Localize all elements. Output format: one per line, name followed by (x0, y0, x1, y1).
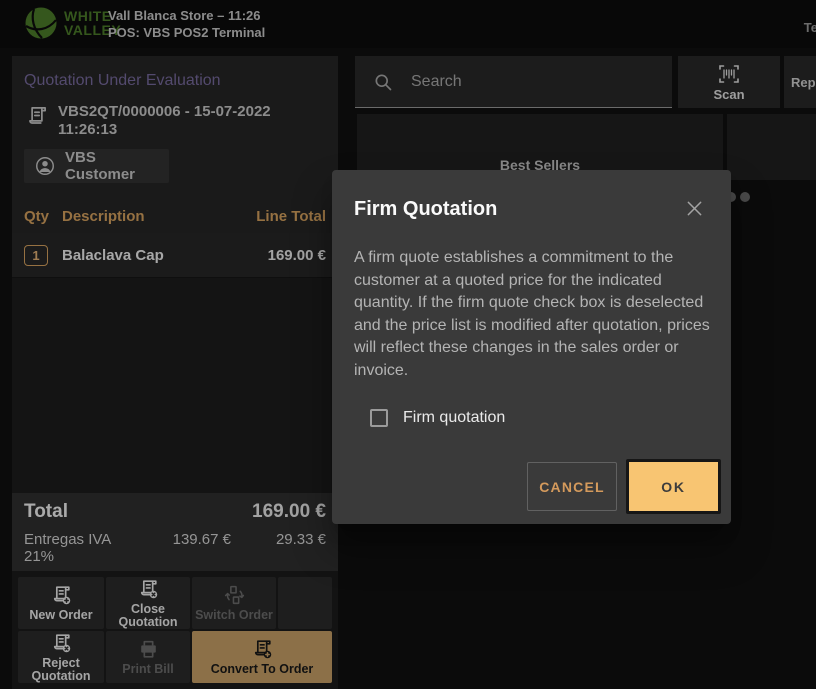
dialog-footer: CANCEL OK (527, 459, 721, 514)
checkbox-unchecked-icon[interactable] (370, 409, 388, 427)
dialog-title: Firm Quotation (354, 198, 680, 221)
close-icon[interactable] (680, 194, 709, 223)
firm-quotation-checkbox-row[interactable]: Firm quotation (370, 409, 709, 427)
dialog-body-text: A firm quote establishes a commitment to… (354, 247, 710, 382)
checkbox-label: Firm quotation (403, 409, 505, 427)
ok-button[interactable]: OK (626, 459, 721, 514)
cancel-button[interactable]: CANCEL (527, 462, 617, 511)
firm-quotation-dialog: Firm Quotation A firm quote establishes … (332, 170, 731, 524)
